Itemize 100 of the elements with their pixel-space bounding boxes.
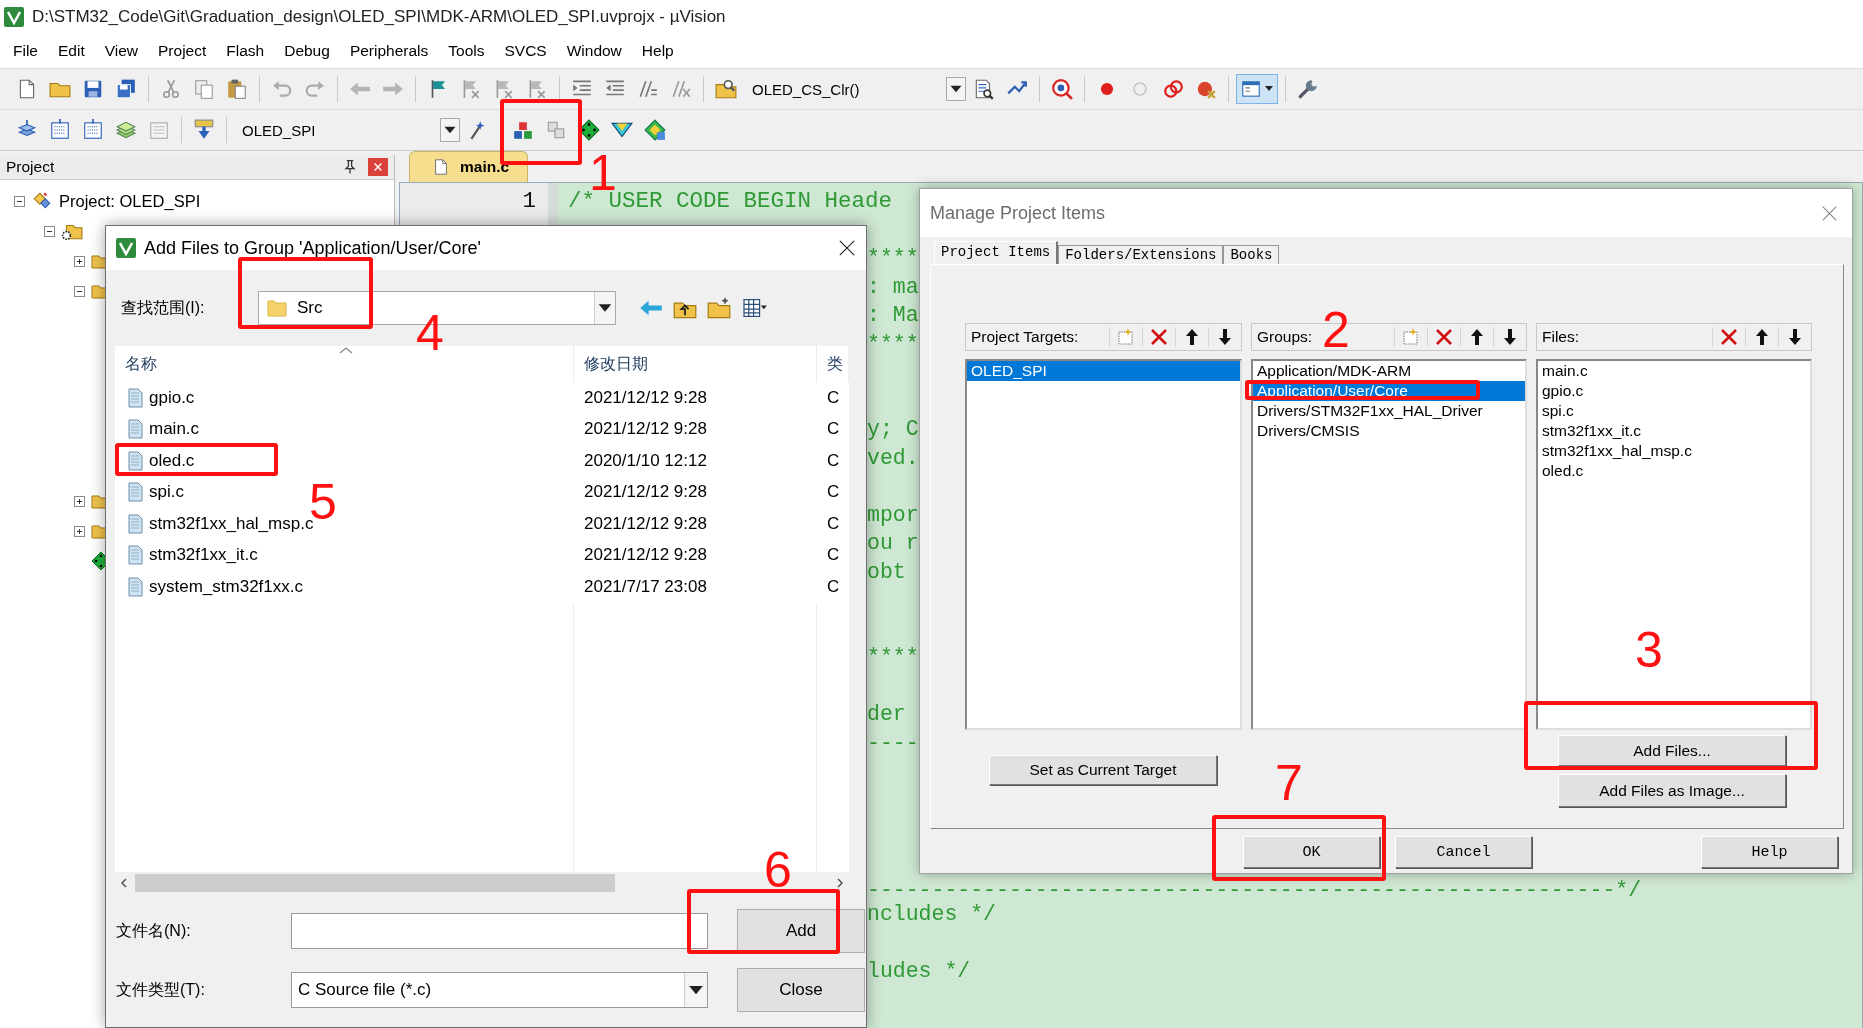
- tab[interactable]: Books: [1223, 245, 1280, 264]
- expand-icon[interactable]: [74, 255, 85, 267]
- add-button[interactable]: Add: [737, 909, 865, 953]
- add-files-button[interactable]: Add Files as Image...: [1558, 774, 1786, 807]
- menu-item[interactable]: View: [94, 38, 149, 64]
- menu-item[interactable]: Debug: [274, 38, 340, 64]
- close-icon[interactable]: [838, 239, 856, 257]
- menu-item[interactable]: Tools: [438, 38, 495, 64]
- file-type: C: [826, 576, 841, 597]
- file-date: 2021/7/17 23:08: [583, 576, 708, 597]
- file-name[interactable]: spi.c: [149, 482, 184, 503]
- file-icon: [125, 543, 145, 568]
- file-type: C: [826, 419, 841, 440]
- file-date: 2021/12/12 9:28: [583, 513, 708, 534]
- tab[interactable]: Folders/Extensions: [1058, 245, 1224, 264]
- menu-item[interactable]: Window: [556, 38, 632, 64]
- menu-item[interactable]: Peripherals: [339, 38, 439, 64]
- file-type: C: [826, 513, 841, 534]
- expand-icon[interactable]: [74, 495, 85, 507]
- scrollbar-thumb[interactable]: [135, 874, 615, 892]
- list-item[interactable]: oled.c: [1538, 461, 1810, 481]
- file-date: 2021/12/12 9:28: [583, 419, 708, 440]
- set-target-button[interactable]: Set as Current Target: [989, 755, 1217, 785]
- step-number: 2: [1322, 305, 1350, 355]
- field-label: 查找范围(I):: [121, 297, 206, 318]
- list-item[interactable]: stm32f1xx_it.c: [1538, 421, 1810, 441]
- menu-item[interactable]: Help: [631, 38, 684, 64]
- tree-label[interactable]: Project: OLED_SPI: [59, 191, 201, 211]
- code-line: : Ma: [867, 308, 919, 323]
- menu-item[interactable]: SVCS: [494, 38, 557, 64]
- target-combo[interactable]: OLED_SPI: [234, 116, 460, 144]
- file-date: 2021/12/12 9:28: [583, 482, 708, 503]
- ok-button[interactable]: OK: [1243, 836, 1380, 868]
- menu-item[interactable]: Flash: [216, 38, 275, 64]
- file-type-select[interactable]: C Source file (*.c): [291, 972, 708, 1008]
- menu-item[interactable]: Project: [148, 38, 217, 64]
- menu-item[interactable]: File: [3, 38, 48, 64]
- step-number: 6: [764, 845, 792, 895]
- app-logo-icon: [4, 7, 24, 27]
- code-line: ----: [867, 735, 919, 750]
- file-name[interactable]: gpio.c: [149, 387, 195, 408]
- close-icon: [372, 161, 384, 173]
- panel-title: Project: [6, 158, 56, 176]
- window-title: D:\STM32_Code\Git\Graduation_design\OLED_SPI\MDK-ARM\OLED_SPI.uvprojx - µVision: [32, 7, 726, 27]
- list-item[interactable]: OLED_SPI: [967, 361, 1240, 381]
- list-title: Files:: [1542, 328, 1581, 346]
- step-number: 7: [1275, 758, 1303, 808]
- file-icon: [125, 511, 145, 536]
- menu-item[interactable]: Edit: [48, 38, 95, 64]
- file-type: C: [826, 545, 841, 566]
- file-name[interactable]: system_stm32f1xx.c: [149, 576, 303, 597]
- file-icon: [125, 448, 145, 473]
- code-line: : ma: [867, 279, 919, 294]
- collapse-icon[interactable]: [74, 285, 85, 297]
- field-label: 文件类型(T):: [116, 979, 206, 1000]
- list-item[interactable]: stm32f1xx_hal_msp.c: [1538, 441, 1810, 461]
- list-item[interactable]: spi.c: [1538, 401, 1810, 421]
- close-button[interactable]: Close: [737, 968, 865, 1012]
- field-label: 文件名(N):: [116, 920, 192, 941]
- collapse-icon[interactable]: [44, 225, 55, 237]
- list-item[interactable]: main.c: [1538, 361, 1810, 381]
- dialog-title: Manage Project Items: [930, 202, 1107, 224]
- step-number: 3: [1635, 625, 1663, 675]
- column-header[interactable]: 类: [817, 346, 849, 382]
- add-files-button[interactable]: Add Files...: [1558, 735, 1786, 766]
- sort-caret-icon[interactable]: [339, 346, 353, 355]
- file-name[interactable]: oled.c: [149, 450, 195, 471]
- dialog-title: Add Files to Group 'Application/User/Core': [144, 237, 483, 259]
- file-type: C: [826, 482, 841, 503]
- list-item[interactable]: Drivers/CMSIS: [1253, 421, 1525, 441]
- folder-icon: [267, 297, 287, 319]
- expand-icon[interactable]: [74, 525, 85, 537]
- file-icon: [125, 574, 145, 599]
- window-layout-button[interactable]: [1236, 74, 1278, 104]
- close-button[interactable]: [368, 158, 388, 176]
- file-icon: [125, 480, 145, 505]
- tab[interactable]: Project Items: [934, 241, 1059, 264]
- file-icon: [125, 385, 145, 410]
- new-folder-icon[interactable]: [706, 296, 732, 320]
- file-date: 2020/1/10 12:12: [583, 450, 708, 471]
- list-item[interactable]: gpio.c: [1538, 381, 1810, 401]
- list-title: Project Targets:: [971, 328, 1080, 346]
- file-type: C: [826, 450, 841, 471]
- editor-tab[interactable]: main.c: [409, 151, 529, 182]
- file-name[interactable]: stm32f1xx_it.c: [149, 545, 258, 566]
- code-line: ou r: [867, 536, 919, 551]
- file-name-field[interactable]: [291, 913, 708, 949]
- list-item[interactable]: Drivers/STM32F1xx_HAL_Driver: [1253, 401, 1525, 421]
- help-button[interactable]: Help: [1701, 836, 1838, 868]
- code-line: ****: [867, 336, 919, 351]
- cancel-button[interactable]: Cancel: [1395, 836, 1532, 868]
- file-name[interactable]: main.c: [149, 419, 200, 440]
- code-line: ncludes */: [867, 906, 997, 921]
- function-combo[interactable]: OLED_CS_Clr(): [744, 75, 966, 103]
- list-item[interactable]: Application/MDK-ARM: [1253, 361, 1525, 381]
- pin-icon[interactable]: [342, 159, 358, 175]
- code-line: obt: [867, 564, 906, 579]
- file-date: 2021/12/12 9:28: [583, 387, 708, 408]
- collapse-icon[interactable]: [14, 195, 25, 207]
- column-header[interactable]: 修改日期: [574, 346, 817, 382]
